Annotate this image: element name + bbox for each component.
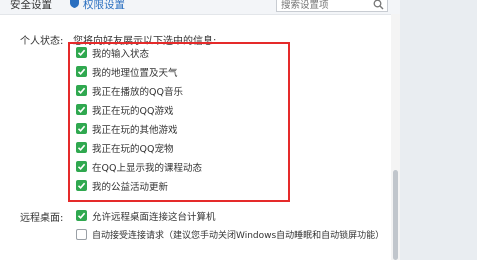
- check-icon[interactable]: [76, 47, 87, 58]
- check-icon[interactable]: [76, 123, 87, 134]
- status-option-course-activity[interactable]: 在QQ上显示我的课程动态: [76, 160, 202, 174]
- settings-nav-bar: 安全设置 权限设置: [0, 0, 400, 15]
- check-icon[interactable]: [76, 161, 87, 172]
- option-label: 我的公益活动更新: [92, 181, 169, 193]
- option-label: 我的地理位置及天气: [92, 67, 178, 79]
- option-label: 我正在播放的QQ音乐: [92, 86, 183, 98]
- search-icon[interactable]: [373, 0, 384, 13]
- option-label: 我的输入状态: [92, 48, 150, 60]
- scrollbar-thumb[interactable]: [393, 170, 398, 260]
- status-option-other-games[interactable]: 我正在玩的其他游戏: [76, 122, 178, 136]
- status-option-charity-updates[interactable]: 我的公益活动更新: [76, 179, 169, 193]
- nav-safety-settings[interactable]: 安全设置: [10, 0, 52, 14]
- remote-desktop-label: 远程桌面:: [20, 213, 64, 224]
- search-box[interactable]: [276, 0, 388, 12]
- check-icon[interactable]: [76, 104, 87, 115]
- check-icon[interactable]: [76, 180, 87, 191]
- remote-option-allow-connection[interactable]: 允许远程桌面连接这台计算机: [76, 209, 216, 223]
- status-option-qq-game[interactable]: 我正在玩的QQ游戏: [76, 103, 174, 117]
- status-option-qq-music[interactable]: 我正在播放的QQ音乐: [76, 84, 183, 98]
- status-option-location-weather[interactable]: 我的地理位置及天气: [76, 65, 178, 79]
- check-icon[interactable]: [76, 85, 87, 96]
- check-icon[interactable]: [76, 66, 87, 77]
- nav-permission-label: 权限设置: [83, 0, 125, 11]
- option-label: 在QQ上显示我的课程动态: [92, 162, 202, 174]
- remote-option-auto-accept[interactable]: 自动接受连接请求（建议您手动关闭Windows自动睡眠和自动锁屏功能）: [76, 228, 384, 241]
- shield-icon: [70, 0, 79, 12]
- right-side-panel: [400, 0, 477, 260]
- check-icon[interactable]: [76, 142, 87, 153]
- status-option-input-status[interactable]: 我的输入状态: [76, 46, 150, 60]
- unchecked-box-icon[interactable]: [76, 229, 87, 240]
- option-label: 我正在玩的其他游戏: [92, 124, 178, 136]
- search-input[interactable]: [277, 0, 361, 11]
- check-icon[interactable]: [76, 210, 87, 221]
- option-label: 我正在玩的QQ宠物: [92, 143, 174, 155]
- option-label: 自动接受连接请求（建议您手动关闭Windows自动睡眠和自动锁屏功能）: [92, 231, 385, 241]
- option-label: 我正在玩的QQ游戏: [92, 105, 174, 117]
- status-option-qq-pet[interactable]: 我正在玩的QQ宠物: [76, 141, 174, 155]
- nav-permission-settings[interactable]: 权限设置: [70, 0, 125, 14]
- option-label: 允许远程桌面连接这台计算机: [92, 211, 216, 223]
- personal-status-label: 个人状态:: [20, 36, 64, 47]
